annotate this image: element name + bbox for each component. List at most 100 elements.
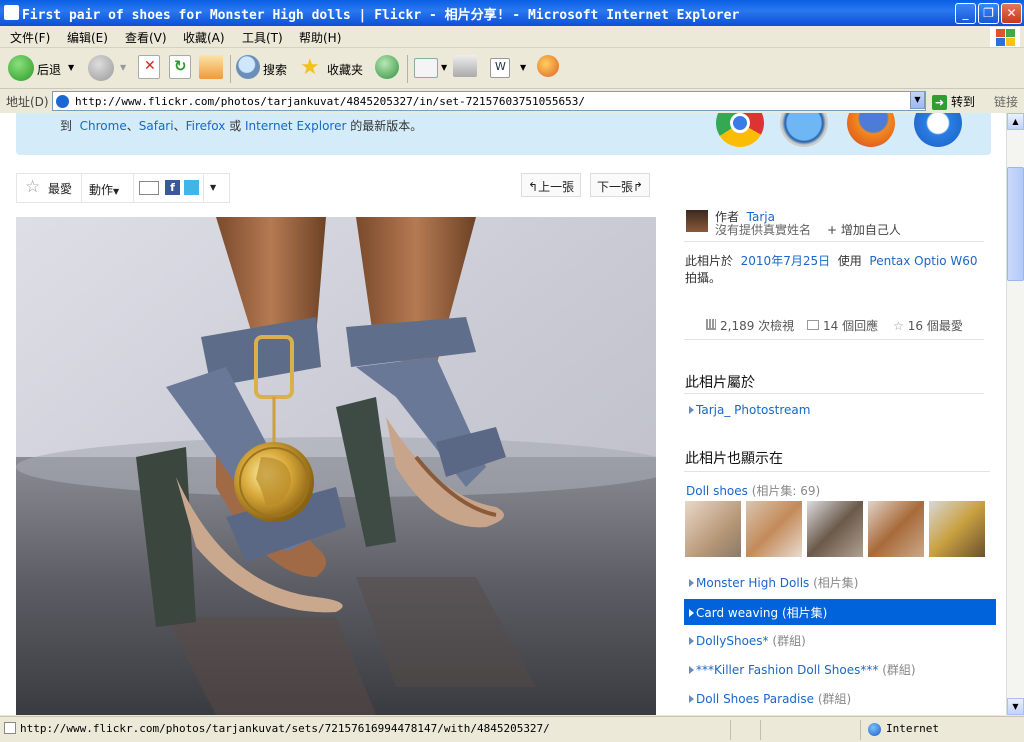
menu-file[interactable]: 文件(F) <box>10 29 50 46</box>
camera-link[interactable]: Pentax Optio W60 <box>869 254 977 268</box>
security-zone: Internet <box>886 722 939 735</box>
title-bar: First pair of shoes for Monster High dol… <box>0 0 1024 26</box>
set-row[interactable]: Monster High Dolls (相片集) <box>684 569 996 593</box>
maximize-button[interactable]: ❐ <box>978 3 999 24</box>
email-icon[interactable] <box>139 181 159 195</box>
set-row-highlighted[interactable]: Card weaving (相片集) <box>684 599 996 625</box>
forward-arrow-icon[interactable] <box>88 55 114 81</box>
edit-word-icon[interactable]: W <box>490 58 510 78</box>
address-url[interactable]: http://www.flickr.com/photos/tarjankuvat… <box>75 95 585 108</box>
forward-dropdown-icon[interactable]: ▼ <box>120 63 126 72</box>
search-icon[interactable] <box>236 55 260 79</box>
set-doll-shoes-meta: (相片集: 69) <box>751 484 821 498</box>
set-row[interactable]: DollyShoes* (群組) <box>684 627 996 651</box>
divider <box>684 393 984 394</box>
chrome-link[interactable]: Chrome <box>80 119 127 133</box>
internet-explorer-icon[interactable] <box>914 113 962 147</box>
author-avatar[interactable] <box>686 210 708 232</box>
banner-prefix: 到 <box>60 119 73 133</box>
set-thumbnail[interactable] <box>746 501 802 557</box>
faves-stat[interactable]: ☆ 16 個最愛 <box>893 317 963 334</box>
address-input[interactable]: http://www.flickr.com/photos/tarjankuvat… <box>52 91 926 111</box>
set-thumbnail[interactable] <box>868 501 924 557</box>
photo-action-bar: ☆ 最愛 動作▼ f ▼ <box>16 173 230 203</box>
set-thumbnail[interactable] <box>807 501 863 557</box>
chrome-icon[interactable] <box>716 113 764 147</box>
taken-info: 此相片於 2010年7月25日 使用 Pentax Optio W60 拍攝。 <box>685 253 985 287</box>
scroll-down-icon[interactable]: ▼ <box>1007 698 1024 715</box>
safari-link[interactable]: Safari <box>139 119 174 133</box>
refresh-icon[interactable]: ↻ <box>169 55 191 79</box>
banner-or: 或 <box>229 119 242 133</box>
edit-dropdown-icon[interactable]: ▼ <box>520 63 526 72</box>
actions-menu[interactable]: 動作▼ <box>89 181 119 198</box>
views-icon <box>706 319 716 330</box>
set-thumbnail[interactable] <box>929 501 985 557</box>
home-icon[interactable] <box>199 55 223 79</box>
action-separator <box>81 174 82 202</box>
vertical-scrollbar[interactable]: ▲ ▼ <box>1006 113 1024 715</box>
twitter-icon[interactable] <box>184 180 199 195</box>
mail-icon[interactable] <box>414 58 438 78</box>
set-name: Card weaving <box>696 606 779 620</box>
print-icon[interactable] <box>453 55 477 77</box>
actions-dropdown-icon: ▼ <box>113 187 120 196</box>
action-separator <box>133 174 134 202</box>
back-button[interactable]: 后退 <box>37 61 61 78</box>
scroll-thumb[interactable] <box>1007 167 1024 281</box>
ie-link[interactable]: Internet Explorer <box>245 119 346 133</box>
set-row[interactable]: ***Killer Fashion Doll Shoes*** (群組) <box>684 656 996 680</box>
scroll-up-icon[interactable]: ▲ <box>1007 113 1024 130</box>
firefox-icon[interactable] <box>847 113 895 147</box>
facebook-icon[interactable]: f <box>165 180 180 195</box>
menu-favorites[interactable]: 收藏(A) <box>183 29 225 46</box>
window-title: First pair of shoes for Monster High dol… <box>22 8 740 23</box>
address-label: 地址(D) <box>6 95 49 109</box>
go-button[interactable]: ➜ 转到 <box>932 93 975 110</box>
set-doll-shoes-name: Doll shoes <box>686 484 748 498</box>
links-button[interactable]: 链接 <box>994 93 1018 110</box>
banner-sep: 、 <box>126 119 139 133</box>
stop-icon[interactable]: ✕ <box>138 55 160 79</box>
close-button[interactable]: ✕ <box>1001 3 1022 24</box>
safari-icon[interactable] <box>780 113 828 147</box>
previous-photo-button[interactable]: ↰上一張 <box>521 173 582 197</box>
next-photo-button[interactable]: 下一張↱ <box>590 173 651 197</box>
address-dropdown-icon[interactable]: ▼ <box>910 91 925 109</box>
context-arrow-icon <box>689 609 694 617</box>
set-name: Monster High Dolls <box>696 576 810 590</box>
set-thumbnail[interactable] <box>685 501 741 557</box>
photostream-link[interactable]: Tarja_ Photostream <box>684 398 996 422</box>
add-contact-link[interactable]: + 增加自己人 <box>827 221 901 238</box>
favorites-button[interactable]: 收藏夹 <box>327 61 363 78</box>
go-arrow-icon: ➜ <box>932 95 947 110</box>
fave-star-icon[interactable]: ☆ <box>25 177 40 197</box>
menu-help[interactable]: 帮助(H) <box>299 29 341 46</box>
menu-view[interactable]: 查看(V) <box>125 29 167 46</box>
firefox-link[interactable]: Firefox <box>186 119 226 133</box>
messenger-icon[interactable] <box>537 55 559 77</box>
search-button[interactable]: 搜索 <box>263 61 287 78</box>
back-arrow-icon[interactable] <box>8 55 34 81</box>
prev-label: 上一張 <box>538 180 575 194</box>
menu-tools[interactable]: 工具(T) <box>242 29 283 46</box>
mail-dropdown-icon[interactable]: ▼ <box>441 63 447 72</box>
menu-edit[interactable]: 编辑(E) <box>67 29 108 46</box>
share-dropdown-icon[interactable]: ▼ <box>210 183 216 192</box>
set-doll-shoes[interactable]: Doll shoes (相片集: 69) <box>686 482 820 499</box>
minimize-button[interactable]: _ <box>955 3 976 24</box>
banner-suffix: 的最新版本。 <box>350 119 423 133</box>
actions-label: 動作 <box>89 183 114 197</box>
favorites-star-icon[interactable]: ★ <box>300 55 320 80</box>
context-arrow-icon <box>689 579 694 587</box>
set-name: DollyShoes* <box>696 634 769 648</box>
banner-text: 到 Chrome、Safari、Firefox 或 Internet Explo… <box>60 117 422 134</box>
taken-date-link[interactable]: 2010年7月25日 <box>741 254 830 268</box>
set-row[interactable]: Doll Shoes Paradise (群組) <box>684 685 996 709</box>
history-icon[interactable] <box>375 55 399 79</box>
fave-button[interactable]: 最愛 <box>48 180 72 197</box>
comments-stat[interactable]: 14 個回應 <box>807 317 878 334</box>
windows-logo-icon <box>990 27 1020 47</box>
main-photo[interactable] <box>16 217 656 715</box>
back-dropdown-icon[interactable]: ▼ <box>68 63 74 72</box>
